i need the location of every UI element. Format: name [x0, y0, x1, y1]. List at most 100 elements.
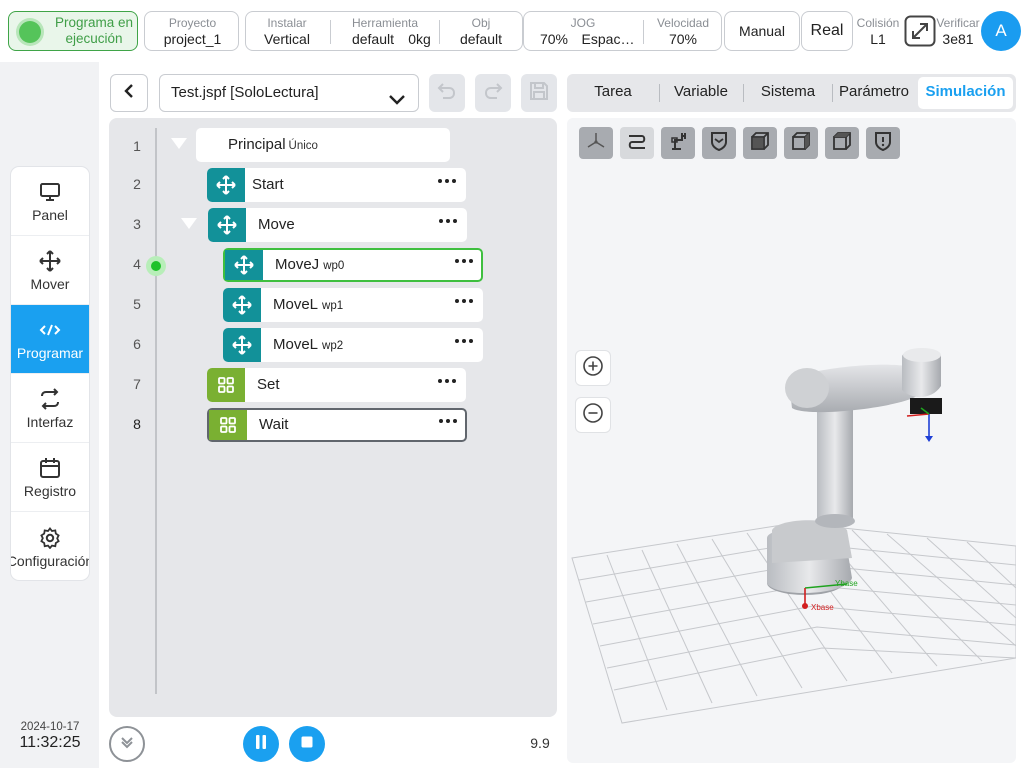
more-options-icon[interactable]	[439, 219, 457, 223]
file-selector[interactable]: Test.jspf [SoloLectura]	[159, 74, 419, 112]
grid-node-icon	[207, 368, 245, 402]
node-label: MoveJ	[275, 256, 320, 273]
more-options-icon[interactable]	[455, 339, 473, 343]
tab-variable[interactable]: Variable	[660, 74, 742, 112]
tool-weight: 0kg	[408, 31, 431, 47]
collision-value: L1	[870, 31, 886, 47]
grid-node-icon	[209, 410, 247, 440]
project-value: project_1	[163, 31, 222, 47]
pause-button[interactable]	[243, 726, 279, 762]
real-mode-button[interactable]: Real	[801, 11, 853, 51]
tree-node-main[interactable]: Principal Único	[196, 128, 450, 162]
pause-icon	[254, 734, 268, 755]
gutter-line	[155, 128, 157, 694]
x-base-label: Xbase	[811, 603, 834, 612]
nav-label: Mover	[30, 276, 70, 292]
jog-speed-group[interactable]: JOG 70% Espac… Velocidad 70%	[523, 11, 722, 51]
obj-value: default	[459, 31, 503, 47]
move-icon	[38, 248, 62, 274]
program-status-indicator[interactable]: Programa en ejecución	[8, 11, 138, 51]
tree-node-move[interactable]: Move	[208, 208, 467, 242]
nav-label: Programar	[16, 345, 84, 361]
nav-label: Interfaz	[26, 414, 74, 430]
obj-label: Obj	[471, 16, 491, 30]
user-avatar[interactable]: A	[981, 11, 1021, 51]
program-speed-value: 9.9	[530, 735, 550, 751]
more-options-icon[interactable]	[438, 379, 456, 383]
stop-button[interactable]	[289, 726, 325, 762]
panel-tabs: Tarea Variable Sistema Parámetro Simulac…	[567, 74, 1016, 112]
node-label: Set	[257, 376, 280, 393]
save-icon	[528, 80, 550, 107]
tab-system[interactable]: Sistema	[744, 74, 832, 112]
node-sub-label: wp0	[323, 260, 345, 272]
nav-item-program[interactable]: Programar	[11, 305, 89, 374]
manual-mode-button[interactable]: Manual	[724, 11, 800, 51]
expand-icon[interactable]	[904, 15, 936, 52]
calendar-icon	[39, 455, 61, 481]
tree-node-wait[interactable]: Wait	[207, 408, 467, 442]
collision-label: Colisión	[856, 16, 900, 30]
verify-value: 3e81	[942, 31, 974, 47]
more-options-icon[interactable]	[455, 299, 473, 303]
collapse-triangle-icon[interactable]	[181, 218, 197, 229]
nav-label: Panel	[32, 207, 68, 223]
nav-item-log[interactable]: Registro	[11, 443, 89, 512]
tab-simulation[interactable]: Simulación	[918, 77, 1013, 109]
line-number: 1	[133, 138, 141, 154]
tab-parameter[interactable]: Parámetro	[833, 74, 915, 112]
speed-value: 70%	[668, 31, 698, 47]
tool-value: default	[351, 31, 395, 47]
undo-button[interactable]	[429, 74, 465, 112]
collapse-triangle-icon[interactable]	[171, 138, 187, 149]
clock-date: 2024-10-17	[20, 721, 80, 733]
line-number: 6	[133, 336, 141, 352]
install-tool-obj-group[interactable]: Instalar Vertical Herramienta default 0k…	[245, 11, 523, 51]
stop-icon	[300, 735, 314, 754]
install-value: Vertical	[264, 31, 310, 47]
node-sub-label: wp1	[322, 300, 344, 312]
verify-label: Verificar	[936, 16, 980, 30]
clock-time: 11:32:25	[19, 734, 81, 751]
tree-node-movel-wp1[interactable]: MoveL wp1	[223, 288, 483, 322]
tab-task[interactable]: Tarea	[567, 74, 659, 112]
chevron-down-icon	[388, 85, 406, 121]
nav-label: Registro	[23, 483, 77, 499]
nav-item-interface[interactable]: Interfaz	[11, 374, 89, 443]
tree-node-set[interactable]: Set	[207, 368, 466, 402]
nav-item-move[interactable]: Mover	[11, 236, 89, 305]
nav-item-panel[interactable]: Panel	[11, 167, 89, 236]
running-status-icon	[19, 21, 41, 43]
jog-value: 70%	[539, 31, 569, 47]
file-name: Test.jspf [SoloLectura]	[171, 84, 319, 101]
side-navigation: Panel Mover Programar Interfaz Registro …	[11, 167, 89, 580]
save-button[interactable]	[521, 74, 557, 112]
node-sub-label: wp2	[322, 340, 344, 352]
move-node-icon	[207, 168, 245, 202]
tree-node-movej-wp0[interactable]: MoveJ wp0	[223, 248, 483, 282]
more-options-icon[interactable]	[438, 179, 456, 183]
interface-icon	[39, 386, 61, 412]
divider	[330, 20, 331, 44]
y-base-label: Ybase	[835, 579, 858, 588]
line-number: 3	[133, 216, 141, 232]
nav-item-settings[interactable]: Configuración	[11, 512, 89, 580]
tool-label: Herramienta	[351, 16, 419, 30]
top-bar: Programa en ejecución Proyecto project_1…	[0, 0, 1024, 62]
more-options-icon[interactable]	[455, 259, 473, 263]
project-selector[interactable]: Proyecto project_1	[144, 11, 239, 51]
node-label: MoveL	[273, 296, 319, 313]
back-button[interactable]	[110, 74, 148, 112]
more-options-icon[interactable]	[439, 419, 457, 423]
line-number: 2	[133, 176, 141, 192]
node-sub-label: Único	[288, 140, 318, 152]
expand-down-button[interactable]	[109, 726, 145, 762]
tree-node-start[interactable]: Start	[207, 168, 466, 202]
robot-scene: Xbase Ybase	[571, 348, 1016, 724]
monitor-icon	[39, 179, 61, 205]
divider	[439, 20, 440, 44]
line-number: 8	[133, 416, 141, 432]
system-clock: 2024-10-17 11:32:25	[0, 721, 100, 752]
redo-button[interactable]	[475, 74, 511, 112]
tree-node-movel-wp2[interactable]: MoveL wp2	[223, 328, 483, 362]
